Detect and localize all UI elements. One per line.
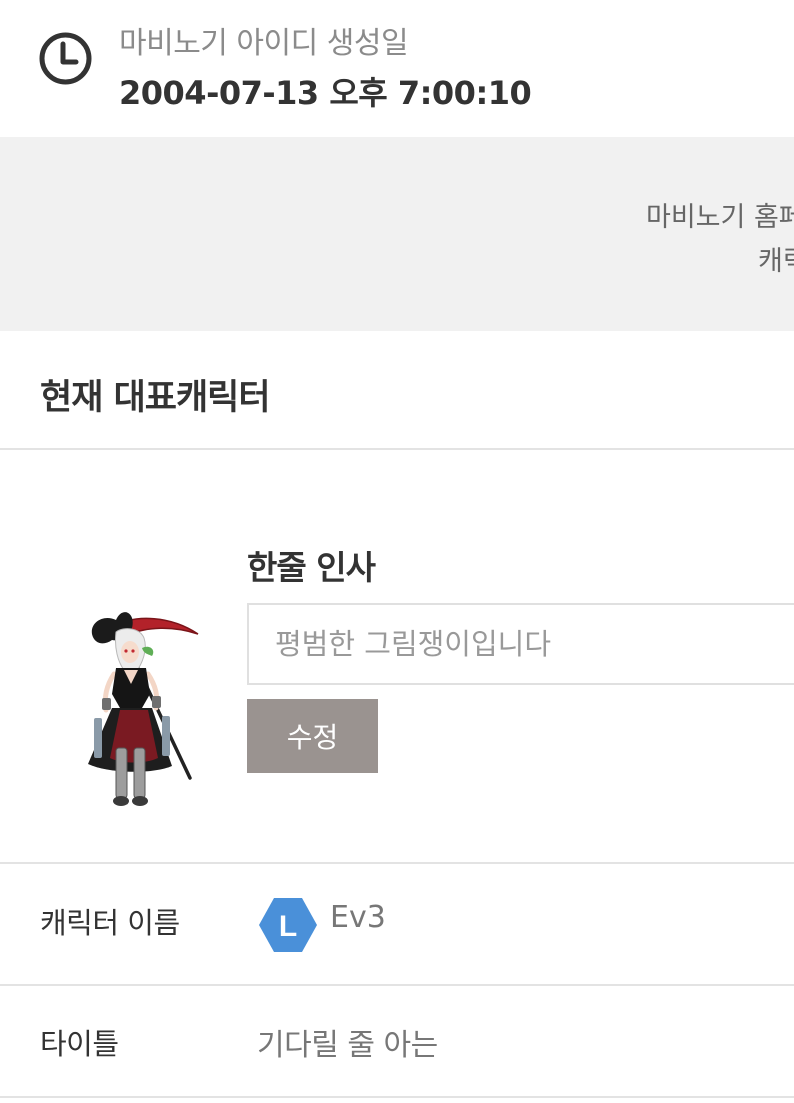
character-name-row: 캐릭터 이름 L Ev3: [0, 864, 794, 986]
page-title: 현재 대표캐릭터: [40, 378, 271, 418]
greeting-label: 한줄 인사: [247, 548, 376, 587]
server-badge-letter: L: [279, 910, 297, 943]
notice-text-line-1: 마비노기 홈페: [646, 202, 794, 233]
character-avatar: [88, 612, 199, 806]
character-title-value: 기다릴 줄 아는: [257, 1028, 438, 1063]
notice-banner: 마비노기 홈페 캐릭: [0, 137, 794, 331]
greeting-input[interactable]: [247, 603, 794, 685]
character-name-label: 캐릭터 이름: [40, 906, 180, 940]
representative-character-panel: 한줄 인사 수정: [0, 450, 794, 864]
section-header: 현재 대표캐릭터: [0, 331, 794, 450]
notice-text-line-2: 캐릭: [758, 246, 794, 277]
server-badge-icon: L: [259, 898, 317, 952]
account-created-row: 마비노기 아이디 생성일 2004-07-13 오후 7:00:10: [0, 0, 794, 137]
character-name-value: Ev3: [330, 900, 386, 935]
clock-icon: [39, 32, 92, 85]
character-title-row: 타이틀 기다릴 줄 아는: [0, 986, 794, 1098]
character-title-label: 타이틀: [40, 1027, 119, 1061]
account-created-label: 마비노기 아이디 생성일: [119, 26, 409, 61]
account-created-date: 2004-07-13 오후 7:00:10: [119, 74, 532, 112]
edit-greeting-button[interactable]: 수정: [247, 699, 378, 773]
